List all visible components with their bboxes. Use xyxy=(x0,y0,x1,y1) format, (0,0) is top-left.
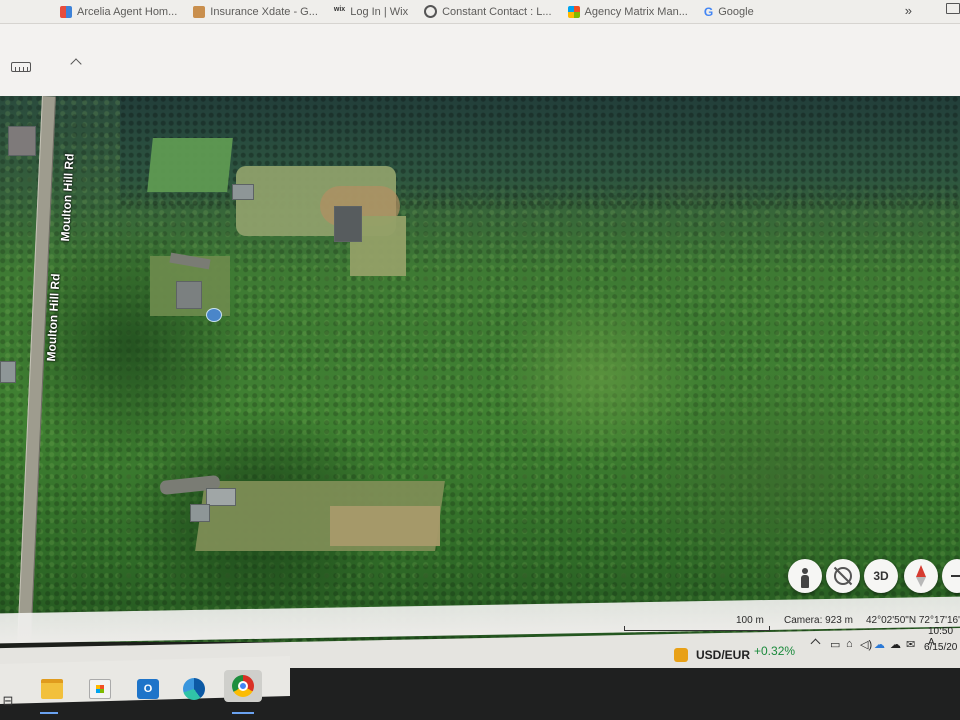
wix-icon: wix xyxy=(333,5,346,13)
map-toolbar xyxy=(0,24,960,97)
camera-altitude: Camera: 923 m xyxy=(784,615,853,626)
building xyxy=(232,184,254,200)
globe-icon xyxy=(424,5,438,18)
grid-icon xyxy=(60,5,72,18)
chrome-button[interactable] xyxy=(224,670,262,702)
bookmark-label: Agency Matrix Man... xyxy=(584,5,688,18)
search-icon[interactable]: ⊟ xyxy=(0,688,16,714)
building xyxy=(334,206,362,242)
street-view-icon-body xyxy=(801,575,809,588)
swimming-pool xyxy=(206,308,222,322)
street-view-icon xyxy=(802,568,808,574)
locate-icon xyxy=(834,567,852,585)
cloud-icon[interactable]: ☁ xyxy=(874,638,885,651)
map-status-bar: 100 m Camera: 923 m 42°02'50"N 72°17'16" xyxy=(0,610,960,632)
weather-cloud-icon[interactable]: ☁ xyxy=(890,638,901,651)
building xyxy=(176,281,202,309)
satellite-map[interactable]: Moulton Hill Rd Moulton Hill Rd xyxy=(0,96,960,642)
bookmark-insurance-xdate[interactable]: Insurance Xdate - G... xyxy=(193,5,318,18)
google-icon: G xyxy=(703,4,714,19)
bookmark-google[interactable]: G Google xyxy=(704,6,754,18)
bookmark-label: Google xyxy=(718,5,754,18)
compass-icon xyxy=(916,565,926,577)
compass-icon-south xyxy=(916,577,926,587)
ticker-name[interactable]: USD/EUR xyxy=(696,648,750,662)
building xyxy=(190,504,210,522)
scale-label: 100 m xyxy=(736,615,764,626)
bookmark-label: Log In | Wix xyxy=(350,5,409,18)
doc-icon xyxy=(193,5,206,18)
building xyxy=(0,361,16,383)
other-bookmarks-folder[interactable] xyxy=(946,3,960,14)
field xyxy=(147,138,233,192)
onedrive-icon[interactable]: ▭ xyxy=(830,638,840,651)
bookmark-label: Insurance Xdate - G... xyxy=(210,5,318,18)
building xyxy=(206,488,236,506)
3d-button[interactable]: 3D xyxy=(864,559,898,593)
bookmark-label: Constant Contact : L... xyxy=(442,5,552,18)
microsoft-store-button[interactable] xyxy=(86,676,114,702)
coordinates: 42°02'50"N 72°17'16" xyxy=(866,615,960,626)
locate-button[interactable] xyxy=(826,559,860,593)
edge-icon xyxy=(183,678,205,700)
outlook-button[interactable]: O xyxy=(134,676,162,702)
active-app-indicator xyxy=(232,712,254,714)
stock-ticker-icon[interactable] xyxy=(674,648,688,662)
bookmarks-bar: Arcelia Agent Hom... Insurance Xdate - G… xyxy=(0,0,960,24)
file-explorer-icon xyxy=(41,679,63,699)
windows-grid-icon xyxy=(567,5,580,18)
field xyxy=(330,506,440,546)
chevron-up-icon[interactable] xyxy=(70,58,82,70)
ticker-change[interactable]: +0.32% xyxy=(754,644,795,658)
microsoft-store-icon xyxy=(89,679,111,699)
active-app-indicator xyxy=(40,712,58,714)
zoom-out-icon xyxy=(951,575,960,577)
road xyxy=(16,96,56,642)
building xyxy=(8,126,36,156)
clock-date[interactable]: 6/15/20 xyxy=(924,642,957,653)
file-explorer-button[interactable] xyxy=(38,676,66,702)
bookmark-constant-contact[interactable]: Constant Contact : L... xyxy=(424,5,552,18)
folder-icon xyxy=(946,3,960,14)
scale-bar xyxy=(624,626,770,631)
road-label: Moulton Hill Rd xyxy=(58,153,77,242)
bookmark-agency-matrix[interactable]: Agency Matrix Man... xyxy=(567,5,688,18)
chrome-icon xyxy=(232,675,254,697)
bookmark-arcelia[interactable]: Arcelia Agent Hom... xyxy=(60,5,178,18)
speaker-icon[interactable]: ◁) xyxy=(860,638,872,651)
outlook-icon: O xyxy=(137,679,159,699)
bookmark-wix[interactable]: wix Log In | Wix xyxy=(334,6,408,18)
network-icon[interactable]: ⌂ xyxy=(846,638,853,650)
compass-button[interactable] xyxy=(904,559,938,593)
bookmarks-overflow-button[interactable]: » xyxy=(905,3,912,18)
edge-button[interactable] xyxy=(180,676,208,702)
notification-icon[interactable]: ✉ xyxy=(906,638,915,651)
street-view-button[interactable] xyxy=(788,559,822,593)
ruler-icon[interactable] xyxy=(11,62,31,72)
bookmark-label: Arcelia Agent Hom... xyxy=(77,5,178,18)
